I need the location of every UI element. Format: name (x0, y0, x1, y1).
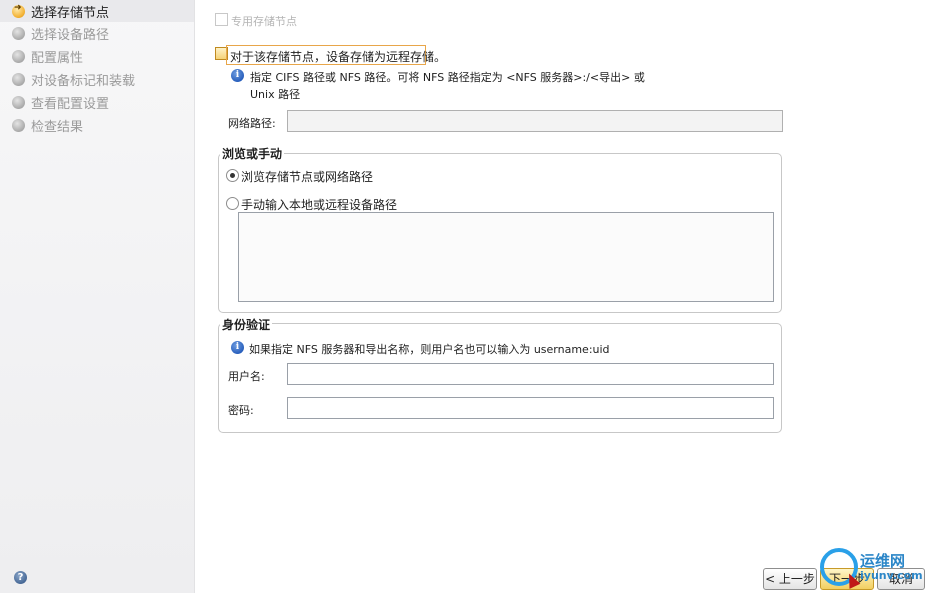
pending-step-icon (12, 95, 25, 109)
step-label-and-mount[interactable]: 对设备标记和装载 (0, 68, 194, 90)
step-select-storage-node[interactable]: 选择存储节点 (0, 0, 194, 22)
browse-or-manual-title: 浏览或手动 (220, 145, 285, 162)
wizard-steps-sidebar: 选择存储节点 选择设备路径 配置属性 对设备标记和装载 查看配置设置 检查结果 … (0, 0, 195, 593)
pending-step-icon (12, 49, 25, 63)
dedicated-storage-node-checkbox[interactable] (215, 13, 228, 26)
path-info-line2: Unix 路径 (250, 88, 301, 101)
remote-storage-label: 对于该存储节点，设备存储为远程存储。 (230, 50, 447, 64)
network-path-input[interactable] (287, 110, 783, 132)
step-check-results[interactable]: 检查结果 (0, 114, 194, 136)
info-icon: i (231, 341, 244, 354)
auth-info-text: 如果指定 NFS 服务器和导出名称，则用户名也可以输入为 username:ui… (249, 343, 610, 356)
info-icon: i (231, 69, 244, 82)
current-step-icon (12, 3, 25, 18)
step-label: 查看配置设置 (31, 96, 110, 112)
radio-browse-label: 浏览存储节点或网络路径 (241, 170, 374, 184)
step-label: 检查结果 (31, 119, 84, 135)
radio-manual[interactable] (226, 197, 239, 210)
authentication-title: 身份验证 (220, 316, 273, 333)
username-label: 用户名: (228, 370, 265, 383)
step-label: 对设备标记和装载 (31, 73, 136, 89)
pending-step-icon (12, 72, 25, 86)
help-icon[interactable]: ? (14, 571, 27, 584)
watermark-text2: iyunv.com (860, 569, 923, 582)
step-label: 选择存储节点 (31, 5, 110, 21)
pending-step-icon (12, 118, 25, 132)
password-input[interactable] (287, 397, 774, 419)
watermark-text1: 运维网 (860, 552, 906, 570)
step-select-device-path[interactable]: 选择设备路径 (0, 22, 194, 44)
step-label: 配置属性 (31, 50, 84, 66)
password-label: 密码: (228, 404, 254, 417)
pending-step-icon (12, 26, 25, 40)
step-review-config[interactable]: 查看配置设置 (0, 91, 194, 113)
step-configure-properties[interactable]: 配置属性 (0, 45, 194, 67)
radio-browse[interactable] (226, 169, 239, 182)
device-path-tree-area[interactable] (238, 212, 774, 302)
watermark-logo: 运维网 iyunv.com (820, 548, 923, 590)
back-button[interactable]: < 上一步 (763, 568, 817, 590)
path-info-line1: 指定 CIFS 路径或 NFS 路径。可将 NFS 路径指定为 <NFS 服务器… (250, 71, 645, 84)
username-input[interactable] (287, 363, 774, 385)
dedicated-storage-node-label: 专用存储节点 (231, 15, 297, 28)
radio-manual-label: 手动输入本地或远程设备路径 (241, 198, 398, 212)
step-label: 选择设备路径 (31, 27, 110, 43)
network-path-label: 网络路径: (228, 117, 276, 130)
